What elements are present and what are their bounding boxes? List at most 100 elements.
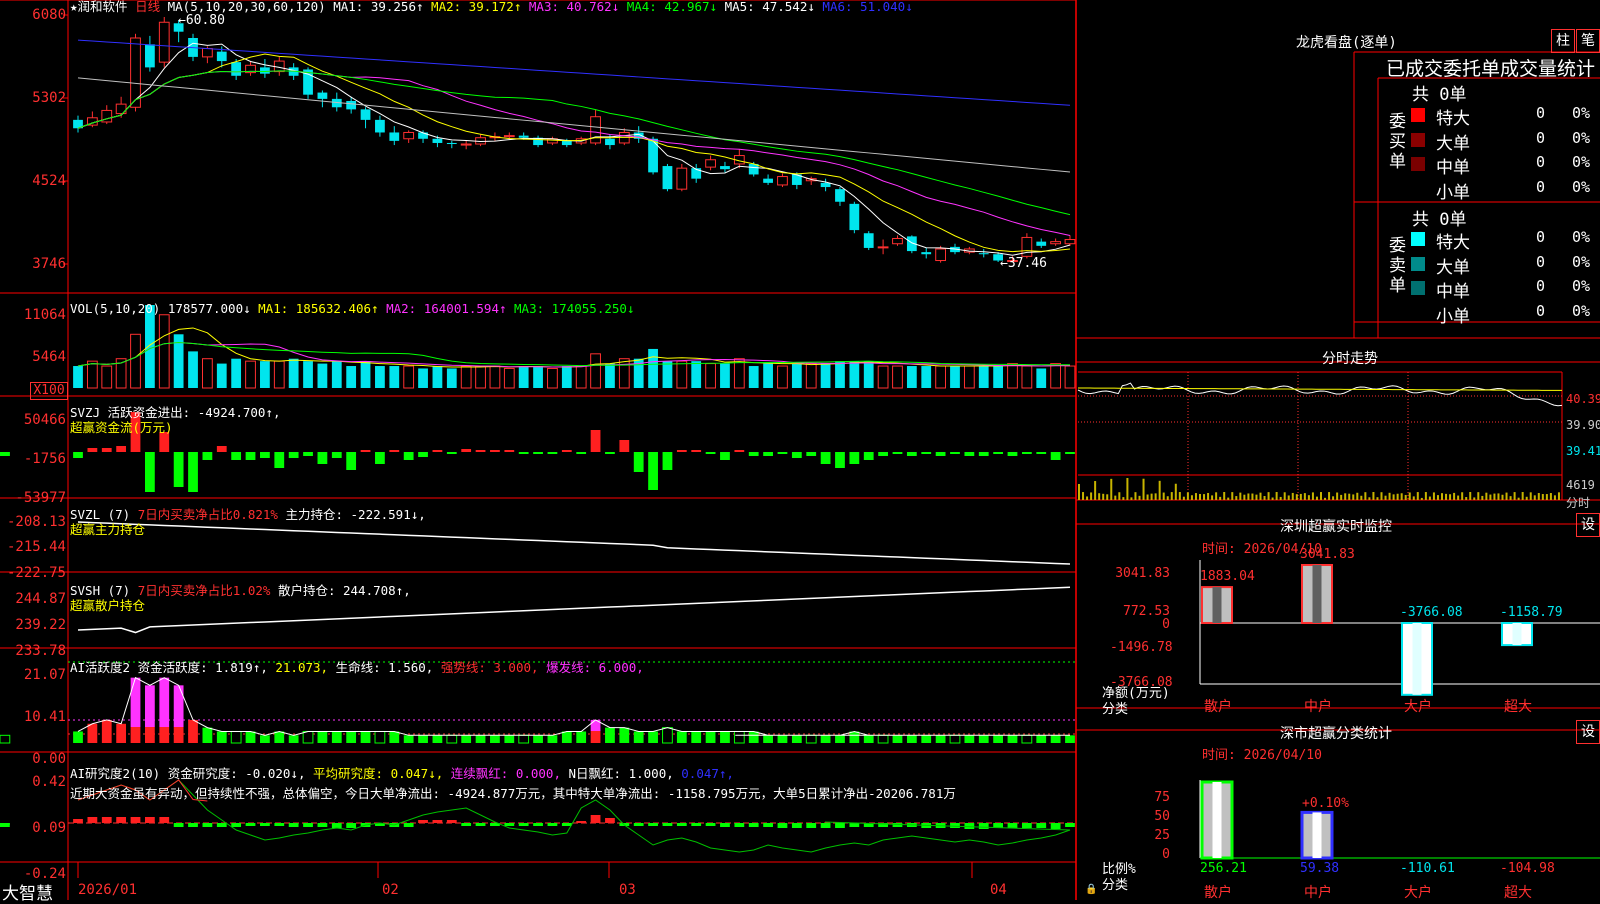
fenshi-vol-bar	[1090, 492, 1093, 500]
candle-down	[518, 135, 529, 138]
lhb-header: 已成交委托单成交量统计	[1386, 58, 1596, 80]
monitor-ytick: 0	[1162, 617, 1170, 632]
svzj-bar	[1050, 452, 1061, 460]
sell-color-swatch	[1411, 256, 1425, 271]
ai2-bar	[288, 823, 299, 827]
candle-down	[921, 252, 932, 255]
fenshi-vol-bar	[1485, 492, 1488, 500]
candle-down	[561, 140, 572, 146]
candle-up	[403, 131, 415, 140]
ai1-bar	[676, 731, 687, 743]
fenshi-vol-bar	[1138, 495, 1141, 500]
svzj-bar	[260, 452, 270, 458]
svzj-bar	[1007, 452, 1018, 456]
svzj-bar	[461, 449, 472, 452]
ma-value: MA5: 47.542↓	[724, 0, 823, 14]
svzj-bar	[906, 452, 917, 456]
ai2-bar	[777, 823, 788, 828]
svzj-bar	[576, 452, 587, 454]
fenshi-vol-bar	[1098, 493, 1101, 500]
ma-value: MA4: 42.967↓	[626, 0, 725, 14]
ai1-bar	[173, 685, 184, 727]
svzj-bar	[849, 452, 860, 464]
buy-color-swatch	[1411, 108, 1425, 122]
buy-row-pct: 0%	[1572, 177, 1591, 196]
ai1-bar-hollow	[733, 730, 745, 744]
svzj-bar	[403, 452, 414, 460]
ai1-bar	[849, 731, 860, 743]
ai1-bar	[547, 735, 558, 743]
svzj-bar	[950, 452, 960, 454]
fenshi-vol-bar	[1517, 497, 1520, 500]
svzj-bar	[720, 452, 730, 460]
candle-down	[863, 233, 874, 248]
star-icon[interactable]: ★	[70, 0, 78, 14]
vol-bar-up	[575, 365, 587, 389]
ai1-bar	[820, 735, 831, 743]
monitor-bar-shade	[1212, 587, 1222, 623]
ai2-bar	[892, 823, 903, 827]
candle-down	[835, 189, 845, 202]
monitor-ytick: -1496.78	[1110, 640, 1173, 655]
bar-mode-button[interactable]: 柱	[1551, 29, 1575, 53]
ai2-bar	[605, 818, 615, 823]
tick-mode-button[interactable]: 笔	[1576, 29, 1600, 53]
svzj-bar	[835, 452, 845, 468]
ai1-bar	[576, 731, 587, 743]
ai2-bar	[1065, 823, 1075, 827]
svzj-bar	[116, 446, 127, 452]
sell-row-pct: 0%	[1572, 252, 1591, 271]
ai1-ytick: 0.00	[32, 751, 66, 767]
fenshi-vol-bar	[1247, 493, 1250, 500]
vol-bar-up	[963, 365, 975, 389]
fenshi-vol-bar	[1428, 496, 1431, 500]
ai1-bar	[993, 735, 1004, 743]
low-price-label: ←37.46	[1000, 256, 1047, 271]
fenshi-vol-bar	[1348, 493, 1351, 500]
fenshi-vol-bar	[1315, 496, 1318, 500]
monitor-category: 超大	[1504, 699, 1532, 715]
fenshi-vol-bar	[1481, 495, 1484, 500]
vol-bar-down	[921, 366, 932, 388]
svzj-bar	[705, 452, 716, 454]
monitor-settings-button[interactable]: 设	[1576, 513, 1600, 537]
ai2-bar	[705, 823, 716, 826]
vol-bar-down	[418, 368, 428, 388]
fenshi-vol-bar	[1364, 492, 1367, 500]
monitor-ytick: 3041.83	[1115, 566, 1170, 581]
lock-icon[interactable]: 🔒	[1085, 884, 1097, 895]
ai1-bar	[173, 727, 184, 743]
ai1-bar	[274, 731, 285, 743]
fenshi-vol-bar	[1154, 493, 1157, 500]
ai1-bar	[188, 719, 198, 743]
classify-bar-shade	[1312, 812, 1322, 858]
fenshi-vol-bar	[1303, 493, 1306, 500]
classify-category: 大户	[1404, 885, 1432, 901]
main-ytick: 4524	[32, 173, 66, 189]
ai2-bar	[346, 823, 357, 828]
classify-ytick: 75	[1154, 790, 1170, 805]
fenshi-vol-bar	[1243, 494, 1246, 500]
vol-bar-down	[662, 361, 673, 388]
ai1-bar	[835, 735, 845, 743]
kline-chart[interactable]	[0, 0, 1600, 900]
fenshi-vol-bar	[1235, 496, 1238, 500]
ai2-ytick: 0.42	[32, 774, 66, 790]
svzj-bar	[1036, 452, 1047, 454]
svzj-bar	[777, 452, 788, 454]
sell-row-name: 小单	[1436, 306, 1470, 327]
ma-value: MA6: 51.040↓	[822, 0, 913, 14]
ai1-bar	[648, 731, 658, 743]
svzj-bar	[418, 452, 428, 457]
ai2-bar	[1021, 823, 1032, 828]
ai2-bar	[849, 823, 860, 827]
ai2-bar	[202, 823, 213, 827]
fenshi-vol-bar	[1130, 497, 1133, 500]
ai2-bar	[461, 823, 472, 826]
classify-settings-button[interactable]: 设	[1576, 720, 1600, 744]
period-label[interactable]: 日线	[135, 0, 160, 14]
svzj-bar	[763, 452, 773, 456]
vol-bar-up	[877, 365, 889, 389]
fenshi-vol-bar	[1328, 492, 1331, 500]
svzj-bar	[346, 452, 357, 470]
